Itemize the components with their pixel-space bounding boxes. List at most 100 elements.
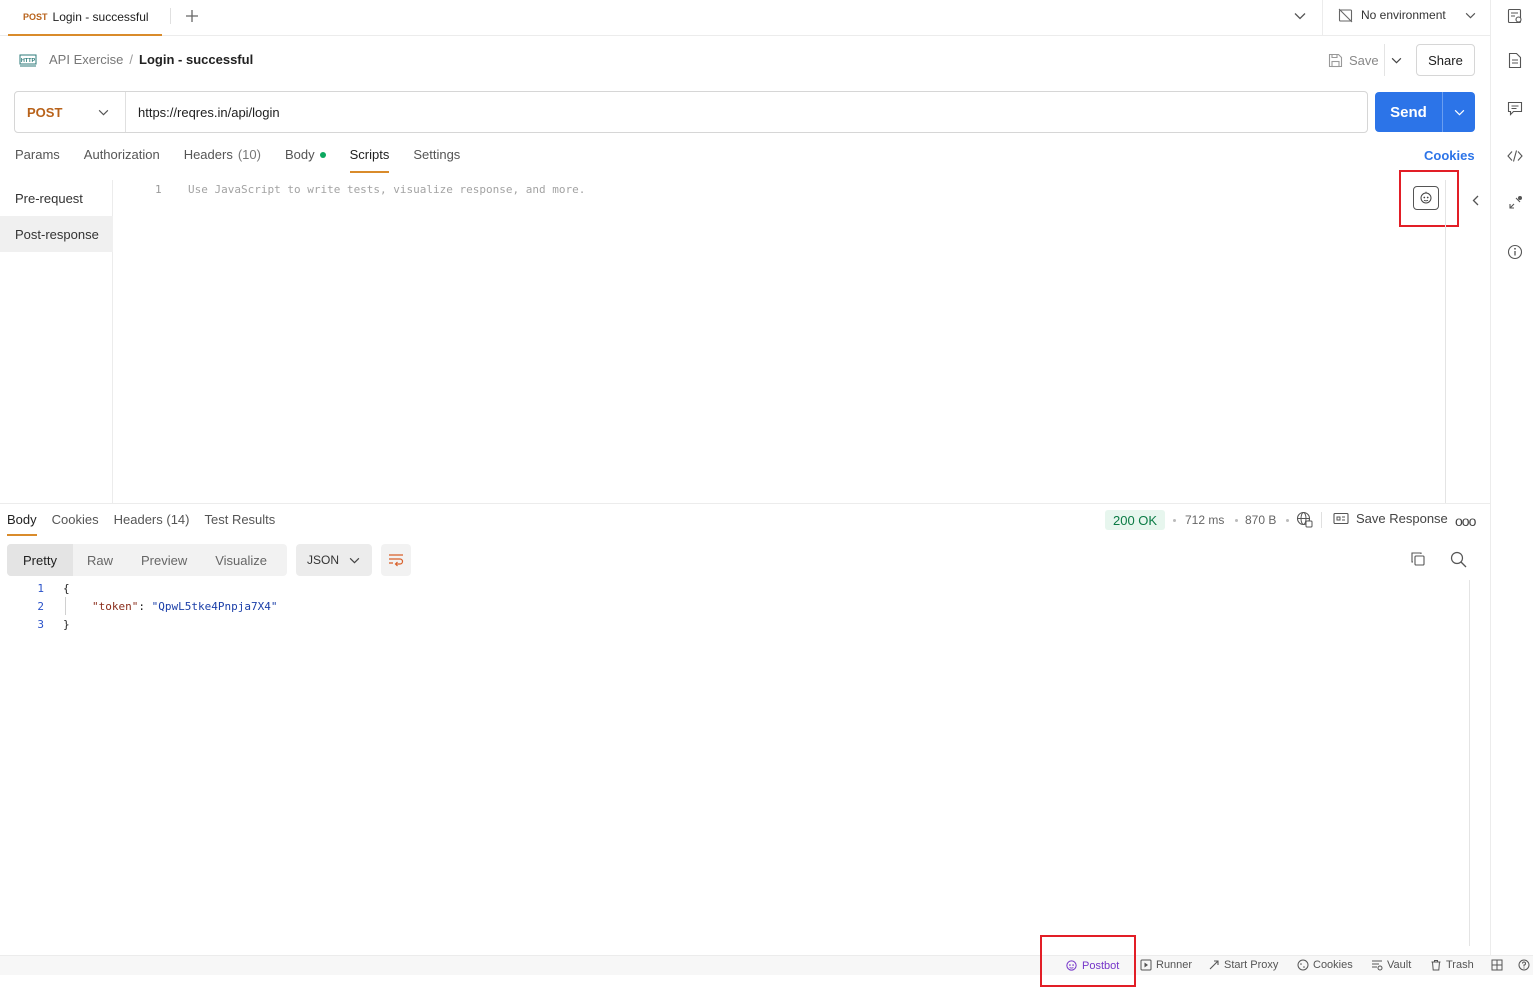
tabs-overflow-button[interactable] xyxy=(1290,6,1310,26)
pre-request-item[interactable]: Pre-request xyxy=(0,180,113,216)
chevron-down-icon xyxy=(1391,57,1402,64)
environment-icon xyxy=(1507,8,1522,24)
save-response-button[interactable]: Save Response xyxy=(1333,511,1448,526)
svg-text:HTTP: HTTP xyxy=(21,58,36,64)
snippets-expand-button[interactable] xyxy=(1467,191,1483,209)
tab-headers-label: Headers xyxy=(183,147,233,162)
save-label: Save xyxy=(1349,52,1379,68)
runner-button[interactable]: Runner xyxy=(1140,959,1192,971)
tab-headers[interactable]: Headers (10) xyxy=(184,147,261,173)
related-collections-button[interactable] xyxy=(1505,193,1525,213)
body-indicator-dot xyxy=(319,152,326,158)
tab-divider xyxy=(170,8,171,24)
code-text: { xyxy=(63,582,70,595)
start-proxy-label: Start Proxy xyxy=(1224,959,1279,971)
tab-body-label: Body xyxy=(284,147,315,162)
save-response-icon xyxy=(1333,512,1349,525)
chevron-down-icon xyxy=(1294,13,1306,20)
breadcrumb-collection[interactable]: API Exercise xyxy=(49,52,123,67)
runner-icon xyxy=(1140,959,1152,971)
environment-selector[interactable]: No environment xyxy=(1330,0,1480,30)
meta-divider xyxy=(1321,512,1322,528)
wrap-lines-button[interactable] xyxy=(381,544,411,576)
save-options-button[interactable] xyxy=(1384,44,1408,76)
status-badge[interactable]: 200 OK xyxy=(1105,510,1166,530)
send-options-button[interactable] xyxy=(1442,92,1475,132)
save-button[interactable]: Save xyxy=(1320,44,1384,76)
copy-icon xyxy=(1411,552,1425,566)
help-icon xyxy=(1518,959,1530,971)
language-select[interactable]: JSON xyxy=(296,544,372,576)
response-tab-cookies[interactable]: Cookies xyxy=(52,512,99,536)
format-pretty[interactable]: Pretty xyxy=(7,544,73,576)
layout-icon xyxy=(1491,959,1503,971)
tab-scripts[interactable]: Scripts xyxy=(349,147,389,173)
response-size[interactable]: 870 B xyxy=(1245,513,1276,527)
tab-body[interactable]: Body xyxy=(285,147,326,173)
language-label: JSON xyxy=(307,553,340,567)
wrap-icon xyxy=(389,554,404,567)
comments-button[interactable] xyxy=(1505,98,1525,118)
share-button[interactable]: Share xyxy=(1416,44,1475,76)
tab-settings-label: Settings xyxy=(413,147,461,162)
code-snippet-button[interactable] xyxy=(1505,146,1525,166)
trash-icon xyxy=(1431,960,1441,971)
network-info-button[interactable] xyxy=(1296,511,1313,528)
format-visualize[interactable]: Visualize xyxy=(201,544,281,576)
response-tab-body[interactable]: Body xyxy=(7,512,37,536)
format-raw[interactable]: Raw xyxy=(73,544,127,576)
info-button[interactable] xyxy=(1505,242,1525,262)
new-tab-button[interactable] xyxy=(182,6,202,26)
request-tab-method: POST xyxy=(23,12,48,22)
tab-settings[interactable]: Settings xyxy=(413,147,460,173)
tab-params[interactable]: Params xyxy=(15,147,60,173)
breadcrumb-request-name[interactable]: Login - successful xyxy=(139,52,253,67)
runner-label: Runner xyxy=(1156,959,1193,971)
method-select[interactable]: POST xyxy=(15,92,126,132)
code-icon xyxy=(1507,150,1523,162)
script-editor-placeholder[interactable]: Use JavaScript to write tests, visualize… xyxy=(188,183,585,196)
tab-authorization-label: Authorization xyxy=(83,147,160,162)
vault-button[interactable]: Vault xyxy=(1371,959,1411,971)
help-button[interactable] xyxy=(1518,959,1530,971)
pane-divider[interactable] xyxy=(0,503,1490,504)
vault-label: Vault xyxy=(1387,959,1412,971)
proxy-icon xyxy=(1209,960,1219,970)
response-scrollbar[interactable] xyxy=(1469,580,1470,946)
environment-quick-look-button[interactable] xyxy=(1505,6,1525,26)
url-input[interactable] xyxy=(126,92,1367,132)
documentation-button[interactable] xyxy=(1505,50,1525,70)
cookie-icon xyxy=(1297,959,1309,971)
comments-icon xyxy=(1507,101,1523,116)
response-time[interactable]: 712 ms xyxy=(1185,513,1224,527)
search-button[interactable] xyxy=(1450,551,1468,569)
format-preview[interactable]: Preview xyxy=(127,544,201,576)
request-tab-title: Login - successful xyxy=(52,10,149,24)
more-options-button[interactable]: ooo xyxy=(1455,513,1476,529)
vault-icon xyxy=(1372,960,1383,971)
postbot-statusbar-highlight-box xyxy=(1040,935,1136,987)
code-text: "token": "QpwL5tke4Pnpja7X4" xyxy=(92,598,277,616)
response-tab-headers[interactable]: Headers (14) xyxy=(114,512,190,536)
json-colon: : xyxy=(138,600,152,613)
tab-headers-count: (10) xyxy=(237,147,261,162)
trash-button[interactable]: Trash xyxy=(1430,959,1474,971)
right-sidebar xyxy=(1490,0,1533,955)
post-response-item[interactable]: Post-response xyxy=(0,216,113,252)
cookies-link[interactable]: Cookies xyxy=(1424,148,1475,163)
layout-toggle-button[interactable] xyxy=(1491,959,1503,971)
cookies-statusbar-button[interactable]: Cookies xyxy=(1297,959,1353,971)
search-icon xyxy=(1450,551,1467,568)
start-proxy-button[interactable]: Start Proxy xyxy=(1208,959,1278,971)
editor-line-number: 1 xyxy=(155,183,162,196)
copy-button[interactable] xyxy=(1410,551,1428,569)
save-icon xyxy=(1328,53,1343,67)
tab-authorization[interactable]: Authorization xyxy=(84,147,160,173)
send-label: Send xyxy=(1390,103,1427,121)
send-button[interactable]: Send xyxy=(1375,92,1475,132)
code-line-number: 1 xyxy=(37,582,44,595)
tab-bar xyxy=(0,0,1490,36)
request-tab[interactable]: POST Login - successful xyxy=(8,0,162,36)
response-tab-test-results[interactable]: Test Results xyxy=(204,512,275,536)
env-divider xyxy=(1322,0,1323,36)
